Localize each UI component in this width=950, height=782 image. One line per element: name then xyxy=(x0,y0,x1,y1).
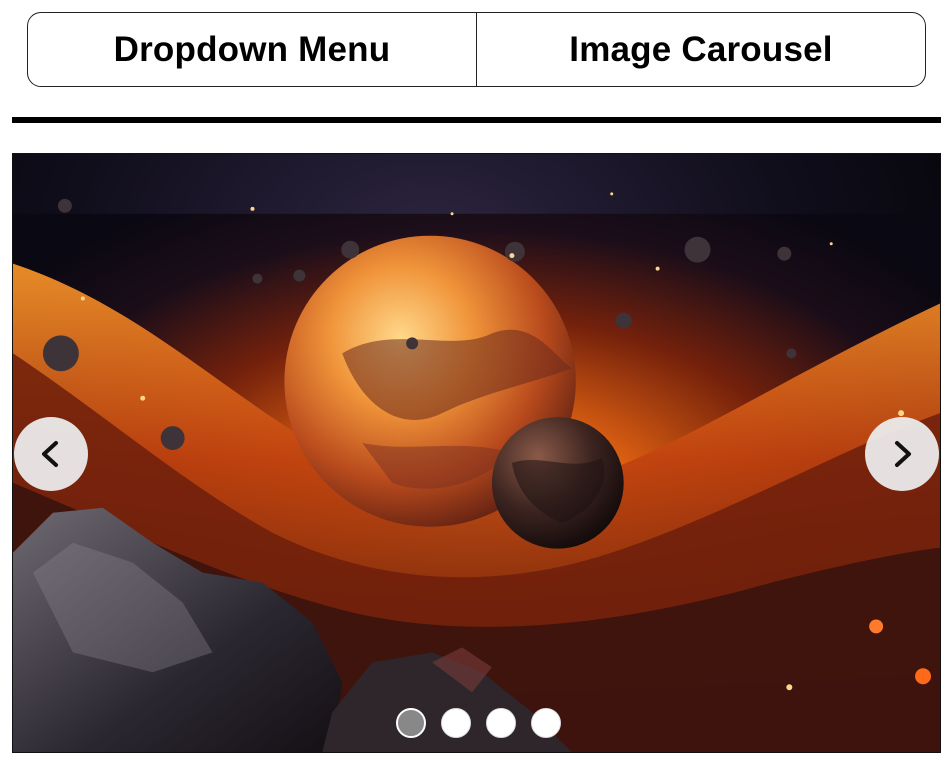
tab-image-carousel[interactable]: Image Carousel xyxy=(476,13,925,86)
carousel-prev-button[interactable] xyxy=(14,417,88,491)
chevron-right-icon xyxy=(895,441,911,467)
carousel-dot-2[interactable] xyxy=(441,708,471,738)
section-divider xyxy=(12,117,941,123)
tab-bar: Dropdown Menu Image Carousel xyxy=(27,12,926,87)
carousel-next-button[interactable] xyxy=(865,417,939,491)
carousel-dot-1[interactable] xyxy=(396,708,426,738)
carousel-dot-4[interactable] xyxy=(531,708,561,738)
tab-dropdown-menu[interactable]: Dropdown Menu xyxy=(28,13,476,86)
image-carousel xyxy=(12,153,941,753)
carousel-slide-image xyxy=(13,154,940,752)
chevron-left-icon xyxy=(42,441,58,467)
carousel-dot-3[interactable] xyxy=(486,708,516,738)
carousel-indicators xyxy=(396,708,561,738)
